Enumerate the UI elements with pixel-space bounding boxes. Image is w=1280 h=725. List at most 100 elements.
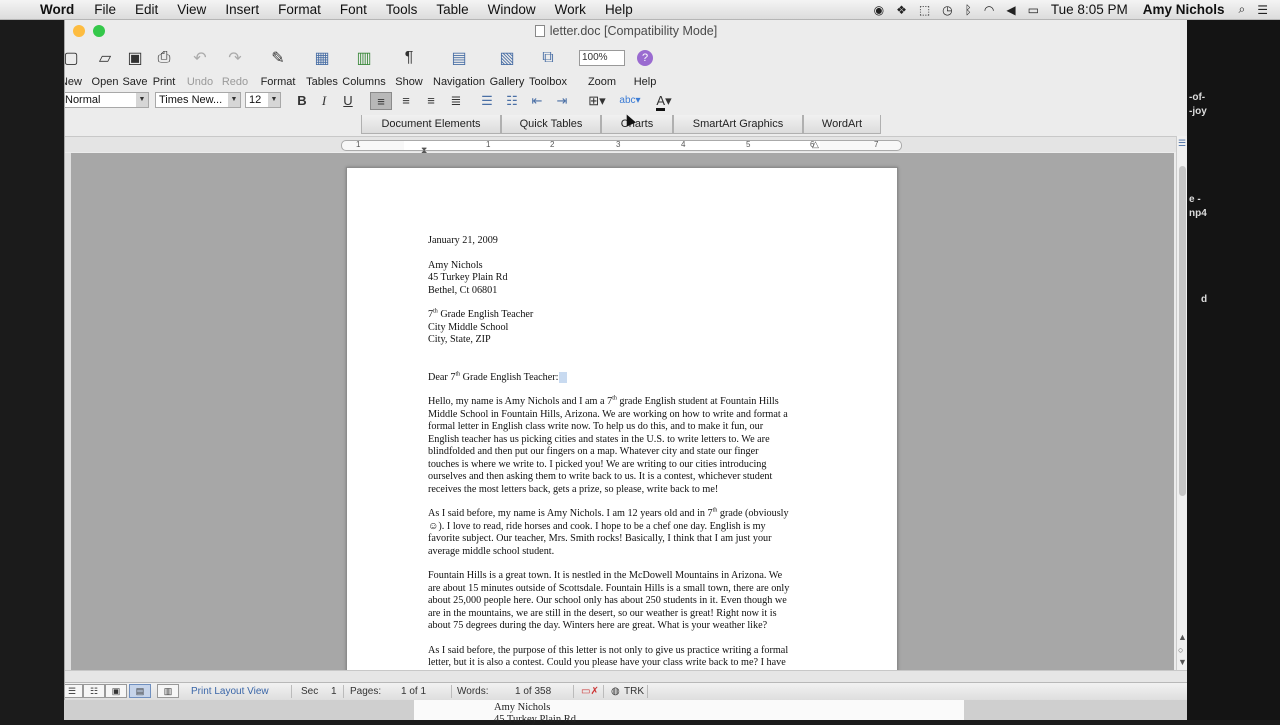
menu-clock[interactable]: Tue 8:05 PM <box>1051 2 1128 17</box>
horizontal-ruler[interactable]: 1 1 2 3 4 5 6 7 ⧗ △ <box>341 139 902 155</box>
split-view-icon[interactable]: ☰ <box>1178 138 1186 149</box>
help-button[interactable]: ? Help <box>633 44 657 88</box>
volume-icon[interactable]: ◀ <box>1006 3 1015 17</box>
paragraph-line: letter, but it is also a contest. Could … <box>428 657 786 668</box>
redo-button[interactable]: ↷ Redo <box>220 44 250 88</box>
decrease-indent-button[interactable]: ⇤ <box>527 92 547 110</box>
menu-format[interactable]: Format <box>278 2 321 17</box>
minimize-window-button[interactable] <box>73 25 85 37</box>
notebook-view-button[interactable]: ▥ <box>157 684 179 698</box>
background-text: Amy Nichols <box>494 702 551 713</box>
open-button[interactable]: ▱ Open <box>91 44 119 88</box>
bulleted-list-button[interactable]: ☷ <box>502 92 522 110</box>
ruler-number: 1 <box>356 140 361 149</box>
chevron-down-icon: ▼ <box>136 93 148 107</box>
font-size-combo[interactable]: 12 ▼ <box>245 92 281 108</box>
background-text: -joy <box>1189 106 1207 117</box>
tables-button[interactable]: ▦ Tables <box>305 44 339 88</box>
tab-document-elements[interactable]: Document Elements <box>361 115 501 134</box>
spotlight-search-icon[interactable]: ⌕ <box>1239 2 1246 17</box>
style-combo[interactable]: Normal ▼ <box>65 92 149 108</box>
document-page[interactable]: January 21, 2009 Amy Nichols 45 Turkey P… <box>346 167 898 687</box>
track-changes-label[interactable]: TRK <box>624 686 644 697</box>
menu-view[interactable]: View <box>177 2 206 17</box>
format-button[interactable]: ✎ Format <box>260 44 296 88</box>
gallery-icon: ▧ <box>499 50 515 67</box>
right-indent-marker-icon[interactable]: △ <box>812 139 819 150</box>
tab-wordart[interactable]: WordArt <box>803 115 881 134</box>
toolbox-button[interactable]: ⧉ Toolbox <box>529 44 567 88</box>
menu-insert[interactable]: Insert <box>225 2 259 17</box>
paragraph-line: receives the most letters back, gets a p… <box>428 483 719 495</box>
align-right-button[interactable]: ≡ <box>420 92 442 110</box>
wifi-icon[interactable]: ◠ <box>984 3 994 17</box>
save-button[interactable]: ▣ Save <box>122 44 148 88</box>
scroll-thumb[interactable] <box>1179 166 1186 496</box>
horizontal-scrollbar[interactable] <box>65 670 1187 682</box>
navigation-button[interactable]: ▤ Navigation <box>433 44 485 88</box>
next-page-icon[interactable]: ▼ <box>1178 657 1187 667</box>
publishing-view-button[interactable]: ▣ <box>105 684 127 698</box>
increase-indent-button[interactable]: ⇥ <box>552 92 572 110</box>
borders-button[interactable]: ⊞▾ <box>583 92 611 110</box>
sync-icon[interactable]: ⬚ <box>919 3 930 17</box>
new-button[interactable]: ▢New <box>65 44 83 88</box>
paragraph-line: blindfolded and then put our fingers on … <box>428 446 759 457</box>
tab-quick-tables[interactable]: Quick Tables <box>501 115 601 134</box>
font-combo[interactable]: Times New... ▼ <box>155 92 241 108</box>
menu-extras: ◉ ❖ ⬚ ◷ ᛒ ◠ ◀ ▭ Tue 8:05 PM Amy Nichols … <box>874 2 1280 17</box>
menu-file[interactable]: File <box>94 2 116 17</box>
menu-help[interactable]: Help <box>605 2 633 17</box>
tab-charts[interactable]: Charts <box>601 115 673 134</box>
browse-object-icon[interactable]: ○ <box>1178 645 1183 655</box>
open-folder-icon: ▱ <box>98 50 112 67</box>
battery-icon[interactable]: ▭ <box>1028 3 1039 17</box>
bluetooth-icon[interactable]: ᛒ <box>965 3 972 17</box>
italic-button[interactable]: I <box>315 92 333 110</box>
zoom-field[interactable]: 100% <box>579 50 625 66</box>
time-machine-icon[interactable]: ◷ <box>942 3 952 17</box>
show-button[interactable]: ¶ Show <box>395 44 423 88</box>
menu-work[interactable]: Work <box>555 2 586 17</box>
bold-button[interactable]: B <box>293 92 311 110</box>
previous-page-icon[interactable]: ▲ <box>1178 632 1187 642</box>
menu-window[interactable]: Window <box>488 2 536 17</box>
gallery-button[interactable]: ▧ Gallery <box>489 44 525 88</box>
outline-view-button[interactable]: ☷ <box>83 684 105 698</box>
columns-button[interactable]: ▥ Columns <box>342 44 386 88</box>
dropbox-icon[interactable]: ❖ <box>896 3 907 17</box>
undo-button[interactable]: ↶ Undo <box>185 44 215 88</box>
align-left-button[interactable]: ≡ <box>370 92 392 110</box>
salutation: Dear 7th Grade English Teacher: <box>428 371 824 385</box>
justify-button[interactable]: ≣ <box>445 92 467 110</box>
paragraph-line: average middle school student. <box>428 545 555 557</box>
zoom-window-button[interactable] <box>93 25 105 37</box>
menu-font[interactable]: Font <box>340 2 367 17</box>
document-body[interactable]: January 21, 2009 Amy Nichols 45 Turkey P… <box>428 235 824 670</box>
menu-user[interactable]: Amy Nichols <box>1143 2 1225 17</box>
spelling-status-icon[interactable]: ▭✗ <box>581 686 599 697</box>
highlight-button[interactable]: abc▾ <box>615 92 645 110</box>
tab-smartart-graphics[interactable]: SmartArt Graphics <box>673 115 803 134</box>
menu-edit[interactable]: Edit <box>135 2 158 17</box>
align-center-button[interactable]: ≡ <box>395 92 417 110</box>
underline-button[interactable]: U <box>339 92 357 110</box>
columns-icon: ▥ <box>356 50 372 67</box>
notification-list-icon[interactable]: ☰ <box>1257 3 1268 17</box>
draft-view-button[interactable]: ☰ <box>65 684 83 698</box>
print-button[interactable]: ⎙ Print <box>151 44 177 88</box>
menu-table[interactable]: Table <box>436 2 468 17</box>
background-window-right: -of- -joy e - np4 d <box>1187 20 1280 720</box>
words-value: 1 of 358 <box>515 686 552 697</box>
menu-tools[interactable]: Tools <box>386 2 418 17</box>
numbered-list-button[interactable]: ☰ <box>477 92 497 110</box>
zoom-control[interactable]: 100% Zoom <box>577 44 627 88</box>
ruler-number: 5 <box>746 140 751 149</box>
print-layout-view-button[interactable]: ▤ <box>129 684 151 698</box>
paragraph-line: As I said before, the purpose of this le… <box>428 644 789 656</box>
track-changes-icon[interactable]: ◍ <box>611 686 620 697</box>
font-color-button[interactable]: A▾ <box>650 92 678 111</box>
vertical-scrollbar[interactable]: ☰ ▲ ○ ▼ <box>1176 136 1187 670</box>
record-icon[interactable]: ◉ <box>874 3 884 17</box>
menu-app-name[interactable]: Word <box>40 2 74 17</box>
